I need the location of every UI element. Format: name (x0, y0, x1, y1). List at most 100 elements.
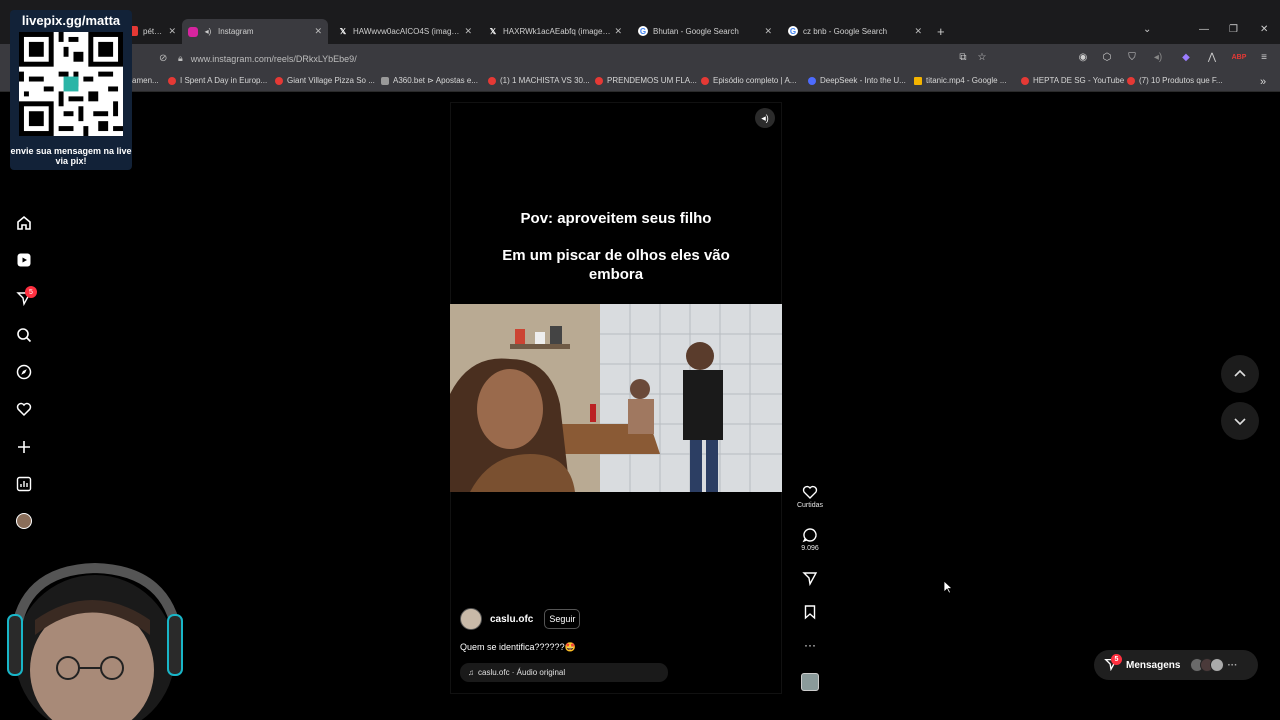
tab-google-bhutan[interactable]: G Bhutan - Google Search ✕ (632, 20, 778, 42)
close-icon[interactable]: ✕ (464, 26, 472, 37)
follow-button[interactable]: Seguir (544, 609, 581, 629)
bookmark-icon (795, 604, 825, 620)
bookmark-star-icon[interactable]: ☆ (975, 50, 989, 64)
bookmark-label: PRENDEMOS UM FLA... (607, 76, 697, 85)
bookmark-item[interactable]: I Spent A Day in Europ... (168, 76, 267, 85)
tab-x-image-2[interactable]: 𝕏 HAXRWk1acAEabfq (imagem JF ✕ (482, 20, 628, 42)
contact-avatars (1190, 658, 1225, 672)
overlay-title: livepix.gg/matta (21, 13, 121, 28)
video-caption-line-2: Em um piscar de olhos eles vão embora (502, 247, 730, 283)
menu-icon[interactable]: ≡ (1257, 50, 1271, 64)
new-tab-button[interactable]: + (937, 24, 945, 39)
search-icon[interactable] (14, 325, 34, 345)
audio-thumbnail[interactable] (801, 673, 819, 691)
tab-google-czbnb[interactable]: G cz bnb - Google Search ✕ (782, 20, 928, 42)
close-icon[interactable]: ✕ (914, 26, 922, 37)
address-bar[interactable]: ⊘ 🔒︎ www.instagram.com/reels/DRkxLYbEbe9… (152, 48, 992, 69)
bookmarks-overflow-icon[interactable]: » (1260, 76, 1266, 88)
bookmark-label: (7) 10 Produtos que F... (1139, 76, 1223, 85)
instagram-icon (188, 26, 198, 37)
youtube-icon (701, 76, 709, 85)
adblock-icon[interactable]: ABP (1232, 50, 1247, 64)
close-icon[interactable]: ✕ (314, 26, 322, 37)
close-icon[interactable]: ✕ (614, 26, 622, 37)
extension-3-icon[interactable]: ⋀ (1205, 50, 1219, 64)
bookmark-item[interactable]: (1) 1 MACHISTA VS 30... (488, 76, 590, 85)
bookmark-item[interactable]: titanic.mp4 - Google ... (914, 76, 1006, 85)
volume-icon[interactable]: ◂) (1151, 50, 1165, 64)
extension-icon[interactable]: ⬡ (1100, 50, 1114, 64)
speaker-icon[interactable]: ◂) (203, 27, 213, 37)
author-avatar[interactable] (460, 608, 482, 630)
like-button[interactable]: Curtidas (795, 484, 825, 509)
install-app-icon[interactable]: ⧉ (956, 50, 970, 64)
x-icon: 𝕏 (489, 26, 497, 36)
heart-icon[interactable] (14, 399, 34, 419)
video-caption-line-1: Pov: aproveitem seus filho (520, 210, 712, 227)
qr-code-icon (19, 32, 123, 136)
bookmark-label: titanic.mp4 - Google ... (926, 76, 1007, 85)
share-button[interactable] (795, 570, 825, 586)
more-icon: ··· (1227, 659, 1238, 671)
tab-search-icon[interactable]: ⌄ (1143, 24, 1151, 35)
youtube-icon (1127, 76, 1135, 85)
tab-x-image-1[interactable]: 𝕏 HAWwvw0acAICO4S (imagem J ✕ (332, 20, 478, 42)
next-reel-button[interactable] (1221, 402, 1259, 440)
extension-2-icon[interactable]: ◆ (1179, 50, 1193, 64)
bookmark-item[interactable]: amen... (132, 76, 159, 85)
tab-title: Instagram (218, 27, 254, 36)
comment-button[interactable]: 9.096 (795, 527, 825, 552)
close-icon[interactable]: ✕ (168, 26, 176, 37)
explore-icon[interactable] (14, 362, 34, 382)
minimize-button[interactable]: — (1199, 24, 1209, 35)
youtube-icon (168, 76, 176, 85)
messages-pill[interactable]: 5 Mensagens ··· (1094, 650, 1258, 680)
bookmark-item[interactable]: Episódio completo | A... (701, 76, 796, 85)
bookmark-item[interactable]: DeepSeek - Into the U... (808, 76, 906, 85)
bookmark-label: Episódio completo | A... (713, 76, 797, 85)
grammarly-icon[interactable]: ◉ (1076, 50, 1090, 64)
mouse-cursor-icon (943, 580, 953, 594)
notification-badge: 5 (25, 286, 37, 298)
bookmark-item[interactable]: PRENDEMOS UM FLA... (595, 76, 697, 85)
bookmark-item[interactable]: HEPTA DE SG - YouTube (1021, 76, 1124, 85)
create-icon[interactable] (14, 437, 34, 457)
lock-icon[interactable]: 🔒︎ (178, 53, 183, 64)
window-close-button[interactable]: ✕ (1260, 24, 1268, 35)
bookmark-label: amen... (132, 76, 159, 85)
shield-icon[interactable]: ⛉ (1125, 50, 1139, 64)
volume-icon[interactable]: ◂) (755, 108, 775, 128)
reel-description: Quem se identifica??????🤩 (460, 642, 576, 652)
reels-icon[interactable] (14, 250, 34, 270)
url-text: www.instagram.com/reels/DRkxLYbEbe9/ (190, 53, 357, 64)
home-icon[interactable] (14, 213, 34, 233)
x-icon: 𝕏 (339, 26, 347, 36)
google-icon: G (788, 26, 798, 36)
bookmark-label: A360.bet ⊳ Apostas e... (393, 76, 478, 85)
video-frame-image (450, 304, 782, 492)
bookmark-item[interactable]: Giant Village Pizza So ... (275, 76, 375, 85)
bookmark-item[interactable]: (7) 10 Produtos que F... (1127, 76, 1223, 85)
bookmark-item[interactable]: A360.bet ⊳ Apostas e... (381, 76, 478, 85)
dashboard-icon[interactable] (14, 474, 34, 494)
profile-avatar[interactable] (14, 511, 34, 531)
close-icon[interactable]: ✕ (764, 26, 772, 37)
comment-icon (795, 527, 825, 543)
bookmark-label: (1) 1 MACHISTA VS 30... (500, 76, 590, 85)
restore-button[interactable]: ❐ (1229, 24, 1238, 35)
messages-badge: 5 (1111, 654, 1122, 665)
bookmark-label: I Spent A Day in Europ... (180, 76, 268, 85)
music-note-icon: ♫ (468, 668, 474, 677)
overlay-caption: envie sua mensagem na live via pix! (10, 146, 132, 166)
previous-reel-button[interactable] (1221, 355, 1259, 393)
tracking-blocked-icon[interactable]: ⊘ (159, 53, 167, 64)
tab-instagram[interactable]: ◂) Instagram ✕ (182, 19, 328, 44)
audio-attribution[interactable]: ♫ caslu.ofc · Áudio original (460, 663, 668, 682)
youtube-icon (1021, 76, 1029, 85)
more-options-icon[interactable]: ··· (795, 638, 825, 652)
author-username[interactable]: caslu.ofc (490, 614, 533, 625)
deepseek-icon (808, 76, 816, 85)
save-button[interactable] (795, 604, 825, 620)
bookmark-label: HEPTA DE SG - YouTube (1033, 76, 1125, 85)
share-icon (795, 570, 825, 586)
